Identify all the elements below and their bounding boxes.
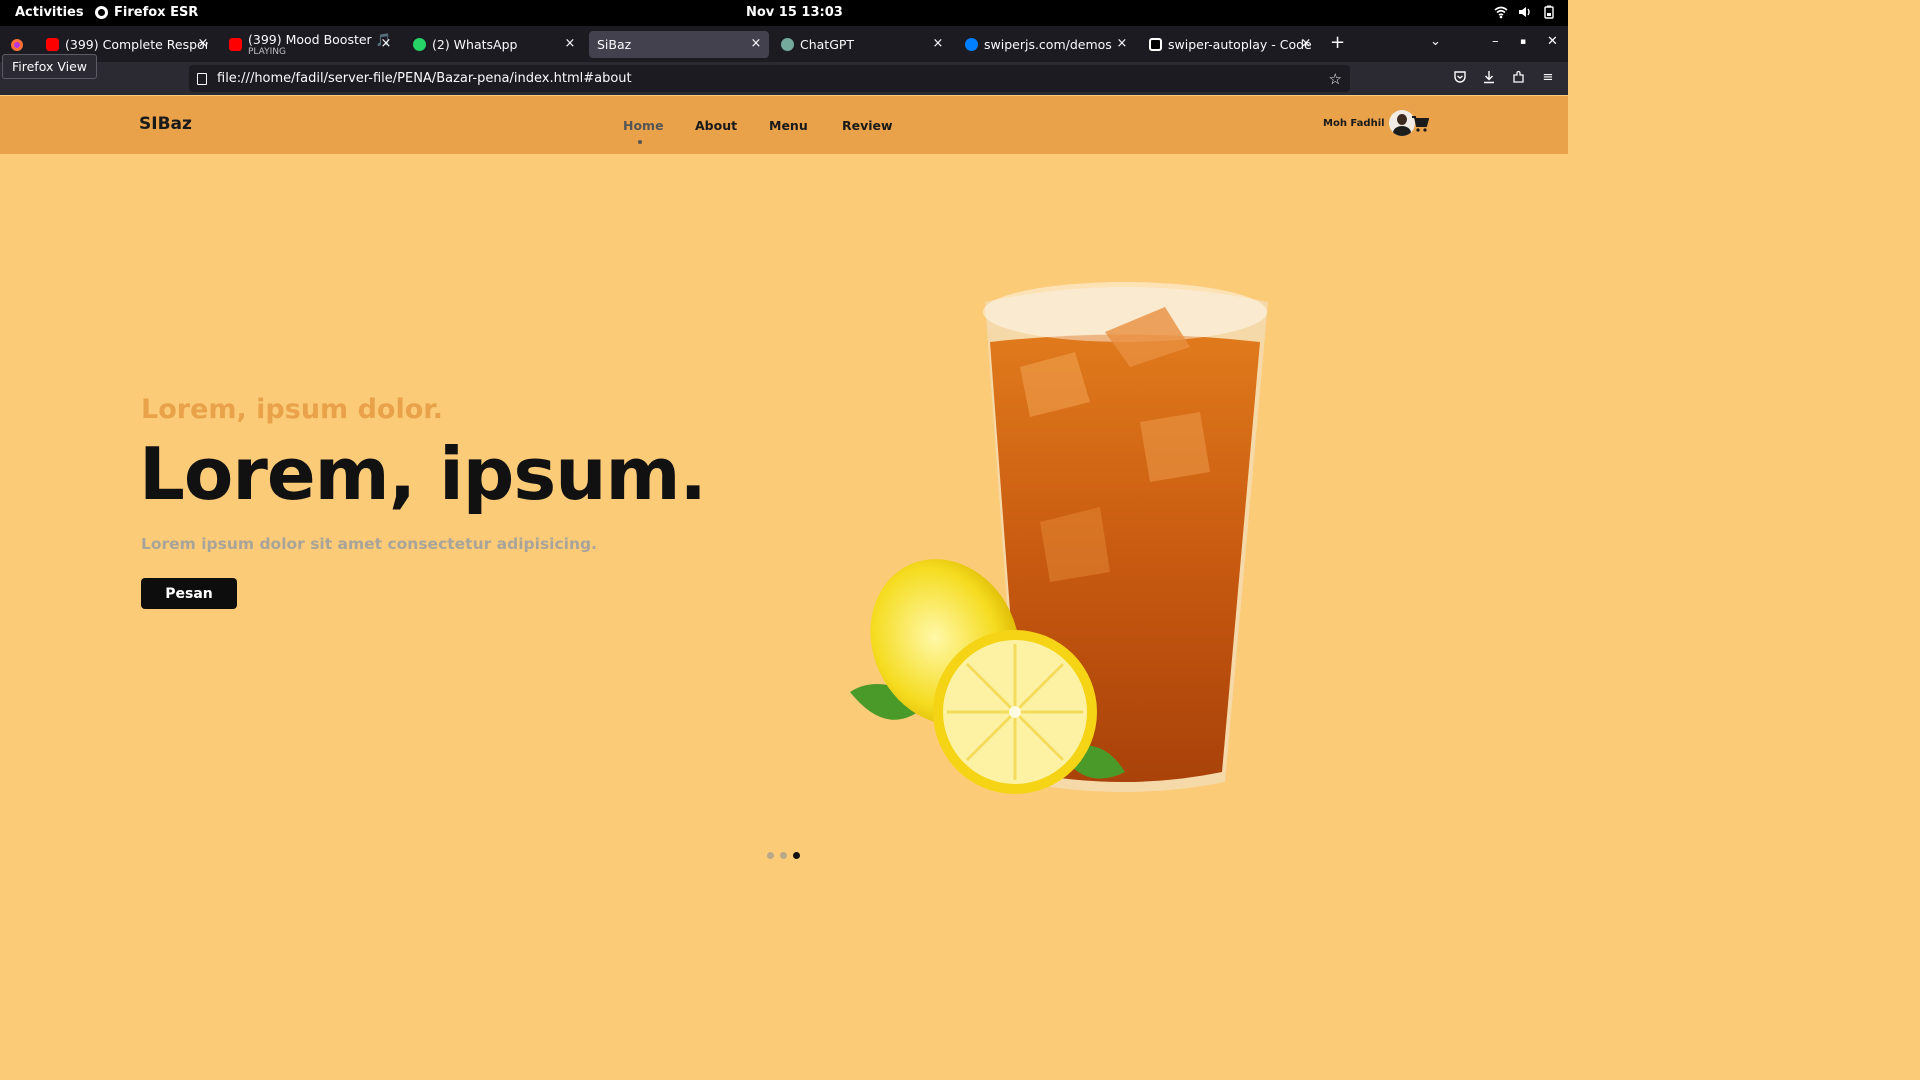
slider-dot[interactable] [767,852,774,859]
codesandbox-icon [1149,38,1162,51]
list-all-tabs-icon[interactable]: ⌄ [1430,34,1441,49]
site-logo[interactable]: SIBaz [139,114,192,134]
user-name: Moh Fadhil [1323,117,1385,129]
tab-1[interactable]: (399) Mood Booster 🎵 PoPLAYING × [221,31,399,58]
tab-2[interactable]: (2) WhatsApp × [405,31,583,58]
nav-about[interactable]: About [695,118,737,133]
tab-playing-label: PLAYING [248,47,286,57]
activities-button[interactable]: Activities [15,5,84,20]
extensions-icon[interactable] [1511,70,1527,86]
tab-title: ChatGPT [800,37,855,52]
menu-icon[interactable]: ≡ [1540,70,1556,86]
battery-icon [1544,5,1554,19]
close-tab-icon[interactable]: × [749,37,763,51]
youtube-icon [229,38,242,51]
close-window-icon[interactable]: ✕ [1547,34,1558,49]
pocket-icon[interactable] [1452,70,1468,86]
active-indicator [638,140,642,144]
hero-description: Lorem ipsum dolor sit amet consectetur a… [141,535,598,553]
wifi-icon [1494,6,1508,19]
iced-tea-image [850,282,1268,794]
bookmark-star-icon[interactable]: ☆ [1329,70,1342,88]
nav-review[interactable]: Review [842,118,893,133]
youtube-icon [46,38,59,51]
tab-5[interactable]: swiperjs.com/demos × [957,31,1135,58]
whatsapp-icon [413,38,426,51]
order-button[interactable]: Pesan [141,578,237,609]
tab-title: (399) Complete Responsi [65,37,208,52]
tab-title: (399) Mood Booster 🎵 PoPLAYING [248,32,391,57]
site-header: SIBaz Home About Menu Review Moh Fadhil [0,96,1568,154]
hero-kicker: Lorem, ipsum dolor. [141,394,443,425]
chatgpt-icon [781,38,794,51]
hero-title: Lorem, ipsum. [139,432,707,516]
status-area[interactable] [1494,5,1556,19]
navigation-toolbar: file:///home/fadil/server-file/PENA/Baza… [0,62,1568,95]
tab-title: SiBaz [597,37,632,52]
swiper-icon [965,38,978,51]
slider-pagination [767,852,800,859]
nav-menu[interactable]: Menu [769,118,808,133]
tab-title: swiper-autoplay - CodeSa [1168,37,1311,52]
tab-bar: (399) Complete Responsi × (399) Mood Boo… [0,26,1568,62]
close-tab-icon[interactable]: × [563,37,577,51]
slider-dot-active[interactable] [793,852,800,859]
close-tab-icon[interactable]: × [196,37,210,51]
clock[interactable]: Nov 15 13:03 [746,5,843,20]
app-menu[interactable]: Firefox ESR [95,5,198,20]
tab-4[interactable]: ChatGPT × [773,31,951,58]
downloads-icon[interactable] [1481,70,1497,86]
tab-title: swiperjs.com/demos [984,37,1112,52]
close-tab-icon[interactable]: × [1299,37,1313,51]
app-name: Firefox ESR [114,5,199,20]
url-text[interactable]: file:///home/fadil/server-file/PENA/Baza… [217,71,632,86]
user-profile[interactable]: Moh Fadhil [1323,110,1415,136]
url-bar[interactable]: file:///home/fadil/server-file/PENA/Baza… [189,65,1350,92]
slider-dot[interactable] [780,852,787,859]
tab-title: (2) WhatsApp [432,37,518,52]
firefox-icon [95,6,108,19]
tab-6[interactable]: swiper-autoplay - CodeSa × [1141,31,1319,58]
close-tab-icon[interactable]: × [931,37,945,51]
system-top-bar: Activities Firefox ESR Nov 15 13:03 [0,0,1568,26]
maximize-icon[interactable]: ▪ [1520,37,1526,47]
new-tab-icon[interactable]: + [1330,34,1345,52]
close-tab-icon[interactable]: × [1115,37,1129,51]
tab-title-text: (399) Mood Booster 🎵 Po [248,32,391,47]
volume-icon [1519,7,1530,17]
tab-3-active[interactable]: SiBaz × [589,31,769,58]
nav-home[interactable]: Home [623,118,664,133]
close-tab-icon[interactable]: × [379,37,393,51]
minimize-icon[interactable]: – [1492,34,1499,49]
tooltip: Firefox View [2,54,98,79]
page-icon [197,72,207,85]
cart-icon[interactable] [1411,115,1429,133]
firefox-view-icon [11,38,23,51]
